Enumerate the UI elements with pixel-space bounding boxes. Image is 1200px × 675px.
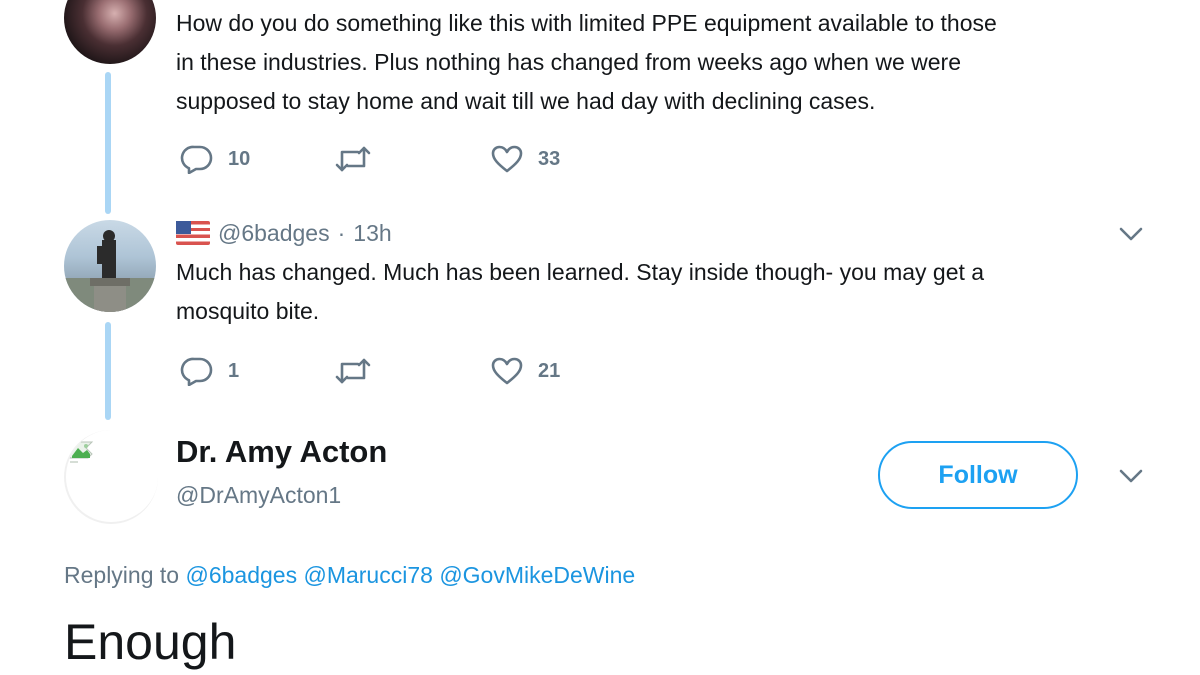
mention-link[interactable]: @Marucci78 [303, 562, 432, 588]
tweet-text-line: How do you do something like this with l… [176, 10, 997, 36]
main-tweet-text: Enough [64, 614, 237, 670]
author-name[interactable]: Dr. Amy Acton [176, 434, 387, 470]
like-count: 21 [538, 359, 561, 382]
reply-count: 1 [228, 359, 240, 382]
chevron-down-icon[interactable] [1118, 468, 1144, 484]
reply-button[interactable]: 10 [180, 144, 250, 174]
tweet-text-line: supposed to stay home and wait till we h… [176, 88, 876, 114]
like-button[interactable]: 21 [490, 356, 560, 386]
statue-avatar-image [64, 230, 156, 312]
follow-button[interactable]: Follow [878, 441, 1078, 509]
tweet-text: How do you do something like this with l… [176, 4, 997, 121]
us-flag-icon [176, 221, 210, 245]
retweet-arrows-icon [335, 146, 371, 172]
tweet-timestamp[interactable]: 13h [353, 220, 391, 247]
user-handle[interactable]: @6badges [218, 220, 330, 247]
mention-link[interactable]: @GovMikeDeWine [439, 562, 635, 588]
tweet-text: Much has changed. Much has been learned.… [176, 253, 984, 331]
replying-to: Replying to @6badges @Marucci78 @GovMike… [64, 562, 635, 589]
like-count: 33 [538, 147, 561, 170]
thread-connector-line [105, 322, 111, 420]
retweet-arrows-icon [335, 358, 371, 384]
reply-count: 10 [228, 147, 251, 170]
heart-icon [491, 145, 523, 173]
speech-bubble-icon [180, 145, 213, 174]
thread-connector-line [105, 72, 111, 214]
reply-button[interactable]: 1 [180, 356, 239, 386]
retweet-button[interactable] [334, 144, 372, 174]
tweet-text-line: Much has changed. Much has been learned.… [176, 259, 985, 285]
chevron-down-icon[interactable] [1118, 226, 1144, 242]
like-button[interactable]: 33 [490, 144, 560, 174]
avatar[interactable] [64, 0, 156, 64]
tweet-thread-page: How do you do something like this with l… [0, 0, 1200, 675]
avatar[interactable] [64, 220, 156, 312]
retweet-button[interactable] [334, 356, 372, 386]
mention-link[interactable]: @6badges [185, 562, 297, 588]
tweet-meta: @6badges · 13h [176, 218, 392, 248]
author-handle[interactable]: @DrAmyActon1 [176, 482, 341, 509]
tweet-text-line: in these industries. Plus nothing has ch… [176, 49, 962, 75]
meta-separator: · [337, 219, 346, 246]
avatar[interactable] [64, 430, 158, 524]
broken-image-icon [69, 441, 94, 463]
heart-icon [491, 357, 523, 385]
speech-bubble-icon [180, 357, 213, 386]
tweet-text-line: mosquito bite. [176, 298, 320, 324]
replying-to-label: Replying to [64, 562, 180, 588]
